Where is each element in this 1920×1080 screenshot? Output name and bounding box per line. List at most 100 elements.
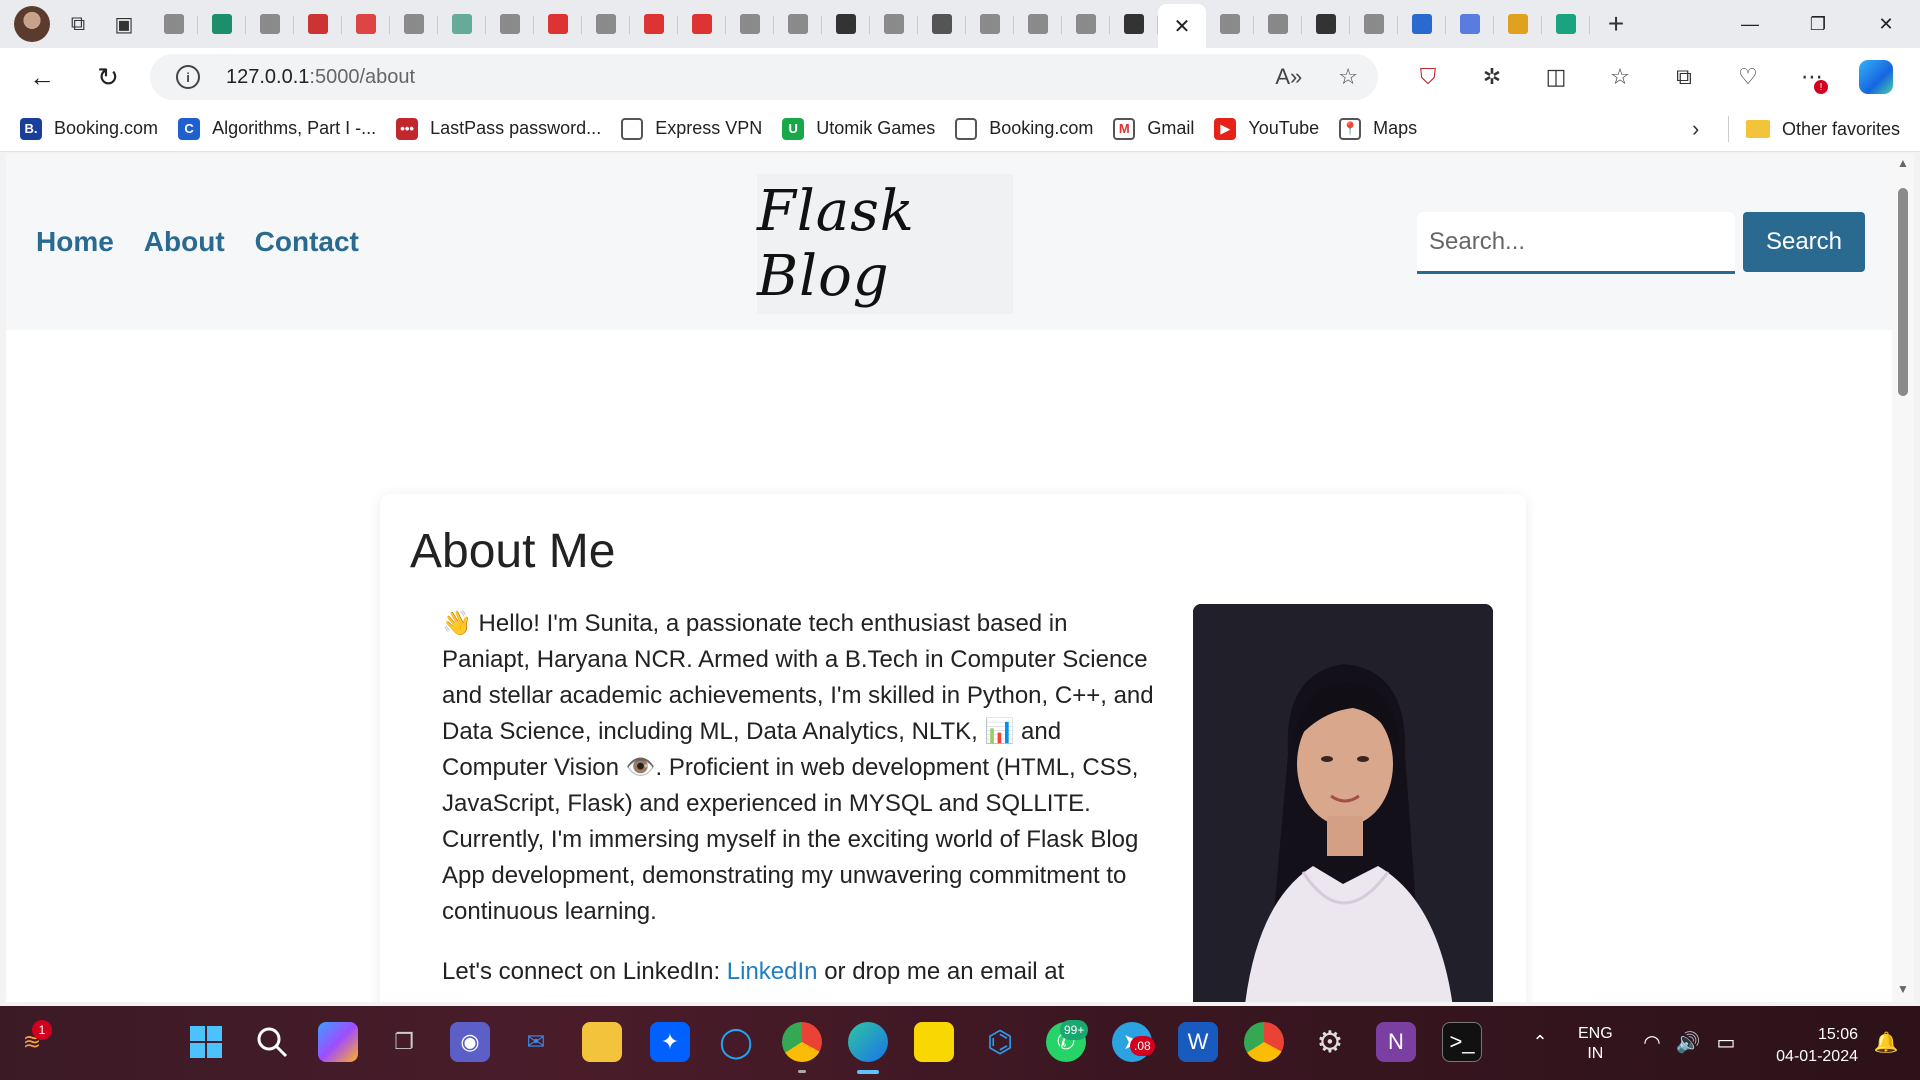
tab[interactable] [1542, 4, 1590, 44]
favorite-item[interactable]: ▶ YouTube [1214, 117, 1319, 140]
search-button[interactable]: Search [1743, 212, 1865, 272]
copilot-preview-icon[interactable] [318, 1022, 358, 1062]
page-scrollbar[interactable]: ▲ ▼ [1892, 154, 1914, 1002]
other-favorites-folder[interactable]: Other favorites [1746, 106, 1900, 152]
tab[interactable] [1446, 4, 1494, 44]
tab[interactable] [486, 4, 534, 44]
copilot-icon[interactable] [1844, 48, 1908, 106]
tab[interactable] [150, 4, 198, 44]
clock[interactable]: 15:06 04-01-2024 [1762, 1024, 1858, 1068]
tab[interactable] [294, 4, 342, 44]
language-indicator[interactable]: ENG IN [1578, 1024, 1613, 1064]
tab[interactable] [198, 4, 246, 44]
close-window-button[interactable]: ✕ [1852, 0, 1920, 48]
search-input[interactable] [1417, 212, 1735, 274]
sticky-notes-icon[interactable] [914, 1022, 954, 1062]
tab[interactable] [678, 4, 726, 44]
tab[interactable] [966, 4, 1014, 44]
edge-icon[interactable] [848, 1022, 888, 1062]
site-logo[interactable]: Flask Blog [757, 174, 1013, 314]
address-bar[interactable]: i 127.0.0.1:5000/about A» ☆ [150, 54, 1378, 100]
tab[interactable] [774, 4, 822, 44]
favorite-item[interactable]: U Utomik Games [782, 117, 935, 140]
favorite-item[interactable]: M Gmail [1113, 117, 1194, 140]
nav-about-link[interactable]: About [144, 226, 225, 258]
browser-essentials-icon[interactable]: ♡ [1716, 48, 1780, 106]
split-screen-icon[interactable]: ◫ [1524, 48, 1588, 106]
refresh-button[interactable]: ↻ [86, 55, 130, 99]
start-button[interactable] [186, 1022, 226, 1062]
site-info-icon[interactable]: i [176, 65, 200, 89]
scroll-down-arrow[interactable]: ▼ [1895, 982, 1911, 996]
tab[interactable] [1350, 4, 1398, 44]
mail-icon[interactable]: ✉ [516, 1022, 556, 1062]
tab[interactable] [726, 4, 774, 44]
shield-extension-icon[interactable]: ⛉ [1396, 48, 1460, 106]
back-button[interactable]: ← [20, 55, 64, 99]
chrome-profile-icon[interactable] [1244, 1022, 1284, 1062]
nav-home-link[interactable]: Home [36, 226, 114, 258]
favorite-item[interactable]: B. Booking.com [20, 117, 158, 140]
collections-icon[interactable]: ⧉ [1652, 48, 1716, 106]
tab-active[interactable]: ✕ [1158, 4, 1206, 48]
close-tab-icon[interactable]: ✕ [1174, 14, 1191, 39]
chevron-right-icon[interactable]: › [1692, 116, 1699, 142]
favorites-icon[interactable]: ☆ [1588, 48, 1652, 106]
notification-bell-icon[interactable]: 🔔 [1866, 1022, 1906, 1062]
onenote-icon[interactable]: N [1376, 1022, 1416, 1062]
word-icon[interactable]: W [1178, 1022, 1218, 1062]
favorite-item[interactable]: 📍 Maps [1339, 117, 1417, 140]
profile-avatar[interactable] [14, 6, 50, 42]
tab[interactable] [438, 4, 486, 44]
cortana-icon[interactable]: ◯ [716, 1022, 756, 1062]
battery-icon[interactable]: ▭ [1706, 1022, 1746, 1062]
scroll-up-arrow[interactable]: ▲ [1895, 156, 1911, 170]
favorite-star-icon[interactable]: ☆ [1338, 64, 1358, 90]
favorite-item[interactable]: ••• LastPass password... [396, 117, 601, 140]
tab[interactable] [390, 4, 438, 44]
nav-contact-link[interactable]: Contact [255, 226, 359, 258]
tab[interactable] [1494, 4, 1542, 44]
more-menu-icon[interactable]: ⋯! [1780, 48, 1844, 106]
favorite-item[interactable]: Booking.com [955, 117, 1093, 140]
volume-icon[interactable]: 🔊 [1668, 1022, 1708, 1062]
search-icon[interactable] [252, 1022, 292, 1062]
tab[interactable] [342, 4, 390, 44]
tab[interactable] [822, 4, 870, 44]
scroll-thumb[interactable] [1898, 188, 1908, 396]
vscode-icon[interactable]: ⌬ [980, 1022, 1020, 1062]
tab[interactable] [246, 4, 294, 44]
url-text[interactable]: 127.0.0.1:5000/about [226, 66, 415, 89]
favorite-item[interactable]: C Algorithms, Part I -... [178, 117, 376, 140]
favorite-item[interactable]: Express VPN [621, 117, 762, 140]
restore-button[interactable]: ❐ [1784, 0, 1852, 48]
tab[interactable] [1302, 4, 1350, 44]
tab[interactable] [1110, 4, 1158, 44]
tab[interactable] [582, 4, 630, 44]
new-tab-button[interactable]: + [1596, 4, 1636, 44]
tab[interactable] [918, 4, 966, 44]
tab[interactable] [1206, 4, 1254, 44]
task-view-icon[interactable]: ❐ [384, 1022, 424, 1062]
linkedin-link[interactable]: LinkedIn [727, 958, 818, 985]
tab[interactable] [1014, 4, 1062, 44]
tab-actions-icon[interactable]: ▣ [106, 6, 142, 42]
chevron-up-icon[interactable]: ⌃ [1520, 1022, 1560, 1062]
tab[interactable] [1398, 4, 1446, 44]
read-aloud-icon[interactable]: A» [1275, 64, 1302, 90]
terminal-icon[interactable]: >_ [1442, 1022, 1482, 1062]
wifi-icon[interactable]: ◠ [1632, 1022, 1672, 1062]
tab[interactable] [534, 4, 582, 44]
tab[interactable] [1062, 4, 1110, 44]
chrome-icon[interactable] [782, 1022, 822, 1062]
minimize-button[interactable]: — [1716, 0, 1784, 48]
file-explorer-icon[interactable] [582, 1022, 622, 1062]
tab[interactable] [870, 4, 918, 44]
tab[interactable] [1254, 4, 1302, 44]
teams-chat-icon[interactable]: ◉ [450, 1022, 490, 1062]
dropbox-icon[interactable]: ✦ [650, 1022, 690, 1062]
settings-gear-icon[interactable]: ⚙ [1310, 1022, 1350, 1062]
workspaces-icon[interactable]: ⧉ [60, 6, 96, 42]
extensions-icon[interactable]: ✲ [1460, 48, 1524, 106]
tab[interactable] [630, 4, 678, 44]
